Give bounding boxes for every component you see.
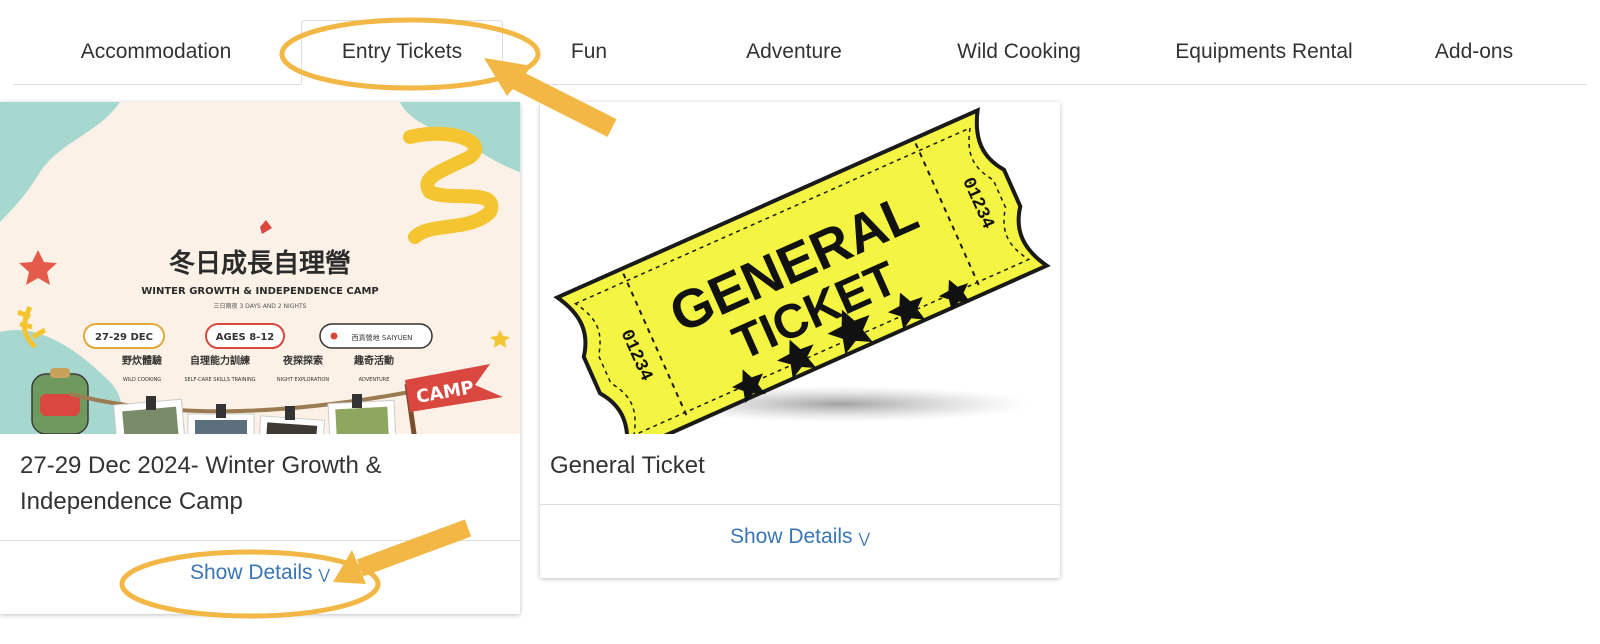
card-footer: Show Details ⋁ xyxy=(540,504,1060,579)
double-chevron-down-icon: ⋁ xyxy=(318,566,331,582)
card-title: General Ticket xyxy=(550,448,1030,484)
tab-entry-tickets[interactable]: Entry Tickets xyxy=(301,20,503,85)
general-ticket-image[interactable]: GENERAL TICKET 01234 01234 xyxy=(540,102,1060,434)
category-tabs: Accommodation Entry Tickets Fun Adventur… xyxy=(14,20,1586,85)
card-title-line-2: Independence Camp xyxy=(20,488,243,515)
product-card-general-ticket: GENERAL TICKET 01234 01234 General Ticke… xyxy=(540,102,1060,578)
tab-accommodation[interactable]: Accommodation xyxy=(56,20,256,84)
product-card-winter-camp: 冬日成長自理營 WINTER GROWTH & INDEPENDENCE CAM… xyxy=(0,102,520,614)
card-title: 27-29 Dec 2024- Winter Growth & Independ… xyxy=(20,448,500,520)
double-chevron-down-icon: ⋁ xyxy=(858,530,871,546)
camp-poster-image[interactable]: 冬日成長自理營 WINTER GROWTH & INDEPENDENCE CAM… xyxy=(0,102,520,434)
show-details-link[interactable]: Show Details ⋁ xyxy=(0,561,520,585)
tab-equipments-rental[interactable]: Equipments Rental xyxy=(1144,20,1384,84)
card-title-line-1: 27-29 Dec 2024- Winter Growth & xyxy=(20,452,382,479)
show-details-link[interactable]: Show Details ⋁ xyxy=(540,525,1060,549)
tab-adventure[interactable]: Adventure xyxy=(704,20,884,84)
tab-add-ons[interactable]: Add-ons xyxy=(1409,20,1539,84)
tab-wild-cooking[interactable]: Wild Cooking xyxy=(914,20,1124,84)
card-footer: Show Details ⋁ xyxy=(0,540,520,615)
card-title-line-1: General Ticket xyxy=(550,452,705,479)
show-details-label: Show Details xyxy=(189,561,313,584)
show-details-label: Show Details xyxy=(729,525,853,548)
tab-fun[interactable]: Fun xyxy=(524,20,654,84)
